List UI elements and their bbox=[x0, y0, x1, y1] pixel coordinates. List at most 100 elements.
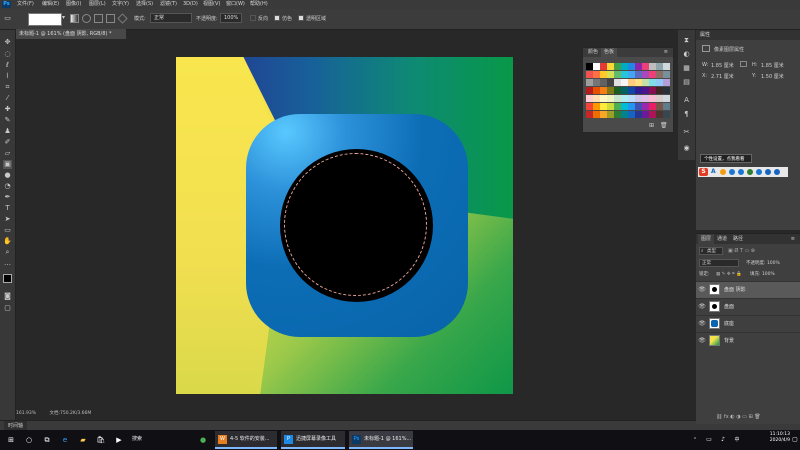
network-icon[interactable]: ▭ bbox=[704, 435, 714, 445]
color-swatch[interactable] bbox=[635, 79, 642, 86]
color-swatch[interactable] bbox=[607, 79, 614, 86]
color-swatch[interactable] bbox=[663, 103, 670, 110]
libraries-panel-icon[interactable]: ▤ bbox=[682, 78, 691, 87]
clone-stamp-tool-icon[interactable]: ♟ bbox=[3, 127, 12, 136]
adjustments-panel-icon[interactable]: ◉ bbox=[682, 144, 691, 153]
color-swatch[interactable] bbox=[663, 87, 670, 94]
color-swatch[interactable] bbox=[656, 79, 663, 86]
color-swatch[interactable] bbox=[621, 63, 628, 70]
color-swatch[interactable] bbox=[649, 63, 656, 70]
ime-toolbox-icon[interactable] bbox=[765, 169, 771, 175]
color-swatch[interactable] bbox=[586, 71, 593, 78]
visibility-eye-icon[interactable]: 👁 bbox=[698, 320, 706, 328]
pen-tool-icon[interactable]: ✒ bbox=[3, 193, 12, 202]
color-swatch[interactable] bbox=[642, 95, 649, 102]
color-swatch[interactable] bbox=[663, 63, 670, 70]
layer-fill[interactable]: 填充: 100% bbox=[750, 271, 775, 277]
color-swatch[interactable] bbox=[656, 63, 663, 70]
color-swatch[interactable] bbox=[635, 63, 642, 70]
layer-name[interactable]: 盘面 阴影 bbox=[724, 286, 746, 293]
eyedropper-tool-icon[interactable]: ⁄ bbox=[3, 94, 12, 103]
color-swatch[interactable] bbox=[663, 71, 670, 78]
color-swatch[interactable] bbox=[614, 95, 621, 102]
delete-swatch-icon[interactable]: 🗑 bbox=[660, 122, 668, 129]
history-brush-tool-icon[interactable]: ✐ bbox=[3, 138, 12, 147]
zoom-tool-icon[interactable]: ⌕ bbox=[3, 248, 12, 257]
layer-row[interactable]: 👁 盘面 bbox=[696, 298, 800, 315]
tools-options-icon[interactable]: ✂ bbox=[682, 128, 691, 137]
color-swatch[interactable] bbox=[607, 71, 614, 78]
y-value[interactable]: 1.50 厘米 bbox=[761, 73, 784, 80]
properties-panel-title[interactable]: 属性 bbox=[696, 30, 800, 40]
color-swatch[interactable] bbox=[628, 95, 635, 102]
color-swatch[interactable] bbox=[600, 63, 607, 70]
taskbar-app-recorder[interactable]: P 迅捷屏幕录像工具 bbox=[281, 431, 345, 449]
color-swatch[interactable] bbox=[635, 103, 642, 110]
layer-footer-icons[interactable]: ⛓ fx ◐ ◑ ▭ ⊞ 🗑 bbox=[716, 414, 761, 420]
layer-filter-icons[interactable]: ▣ Ø T ▭ ⊕ bbox=[728, 248, 755, 254]
ime-indicator-icon[interactable]: 中 bbox=[732, 435, 742, 445]
ime-voice-icon[interactable] bbox=[738, 169, 744, 175]
color-swatch[interactable] bbox=[649, 71, 656, 78]
document-tab[interactable]: 未标题-1 @ 161% (盘面 阴影, RGB/8) * bbox=[16, 29, 126, 39]
taskbar-app-photoshop[interactable]: Ps 未标题-1 @ 161%... bbox=[349, 431, 413, 449]
hand-tool-icon[interactable]: ✋ bbox=[3, 237, 12, 246]
color-swatch[interactable] bbox=[642, 79, 649, 86]
color-swatch[interactable] bbox=[614, 63, 621, 70]
color-swatch[interactable] bbox=[614, 71, 621, 78]
color-swatch[interactable] bbox=[642, 111, 649, 118]
color-swatch[interactable] bbox=[628, 111, 635, 118]
lock-icons[interactable]: ▦ ✎ ✥ ⌗ 🔒 bbox=[716, 271, 742, 277]
gradient-tool-icon[interactable]: ▣ bbox=[3, 160, 12, 169]
layer-row[interactable]: 👁 底座 bbox=[696, 315, 800, 332]
color-swatch[interactable] bbox=[614, 87, 621, 94]
color-swatch[interactable] bbox=[607, 95, 614, 102]
ime-punctuation-icon[interactable] bbox=[720, 169, 726, 175]
paragraph-panel-icon[interactable]: ¶ bbox=[682, 110, 691, 119]
layer-row[interactable]: 👁 背景 bbox=[696, 332, 800, 349]
color-swatch[interactable] bbox=[663, 111, 670, 118]
mode-select[interactable]: 正常 bbox=[150, 13, 192, 23]
shape-tool-icon[interactable]: ▭ bbox=[3, 226, 12, 235]
color-swatch[interactable] bbox=[656, 95, 663, 102]
360-browser-icon[interactable]: ● bbox=[198, 435, 208, 445]
color-swatch[interactable] bbox=[628, 63, 635, 70]
notification-icon[interactable]: ▢ bbox=[790, 435, 800, 445]
color-swatch[interactable] bbox=[663, 95, 670, 102]
tab-color[interactable]: 颜色 bbox=[585, 48, 601, 57]
color-swatch[interactable] bbox=[593, 71, 600, 78]
visibility-eye-icon[interactable]: 👁 bbox=[698, 286, 706, 294]
color-swatch[interactable] bbox=[649, 103, 656, 110]
ime-skin-icon[interactable] bbox=[756, 169, 762, 175]
visibility-eye-icon[interactable]: 👁 bbox=[698, 337, 706, 345]
search-label[interactable]: 搜索 bbox=[132, 435, 142, 442]
menu-help[interactable]: 帮助(H) bbox=[250, 0, 268, 9]
path-select-tool-icon[interactable]: ➤ bbox=[3, 215, 12, 224]
color-swatch[interactable] bbox=[649, 95, 656, 102]
menu-filter[interactable]: 滤镜(T) bbox=[160, 0, 177, 9]
color-swatch[interactable] bbox=[593, 87, 600, 94]
document-size-readout[interactable]: 文档:750.2K/3.66M bbox=[49, 411, 91, 416]
transparency-checkbox[interactable] bbox=[298, 15, 304, 21]
color-swatch[interactable] bbox=[586, 79, 593, 86]
color-swatch[interactable] bbox=[607, 111, 614, 118]
radial-gradient-icon[interactable] bbox=[82, 14, 91, 23]
color-swatch[interactable] bbox=[600, 87, 607, 94]
color-swatch[interactable] bbox=[656, 103, 663, 110]
color-swatch[interactable] bbox=[663, 79, 670, 86]
move-tool-icon[interactable]: ✥ bbox=[3, 38, 12, 47]
type-tool-icon[interactable]: T bbox=[3, 204, 12, 213]
lasso-tool-icon[interactable]: ℓ bbox=[3, 61, 12, 70]
x-value[interactable]: 2.71 厘米 bbox=[711, 73, 734, 80]
color-swatch[interactable] bbox=[586, 87, 593, 94]
character-panel-icon[interactable]: A bbox=[682, 96, 691, 105]
reflected-gradient-icon[interactable] bbox=[106, 14, 115, 23]
panel-menu-icon[interactable]: ≡ bbox=[661, 48, 671, 57]
quick-mask-icon[interactable]: ◙ bbox=[3, 292, 12, 301]
menu-type[interactable]: 文字(Y) bbox=[112, 0, 129, 9]
sogou-logo-icon[interactable]: S bbox=[699, 168, 708, 176]
tab-channels[interactable]: 通道 bbox=[714, 234, 730, 244]
document-canvas[interactable] bbox=[176, 57, 513, 394]
linear-gradient-icon[interactable] bbox=[70, 14, 79, 23]
screen-mode-icon[interactable]: ▢ bbox=[3, 304, 12, 313]
